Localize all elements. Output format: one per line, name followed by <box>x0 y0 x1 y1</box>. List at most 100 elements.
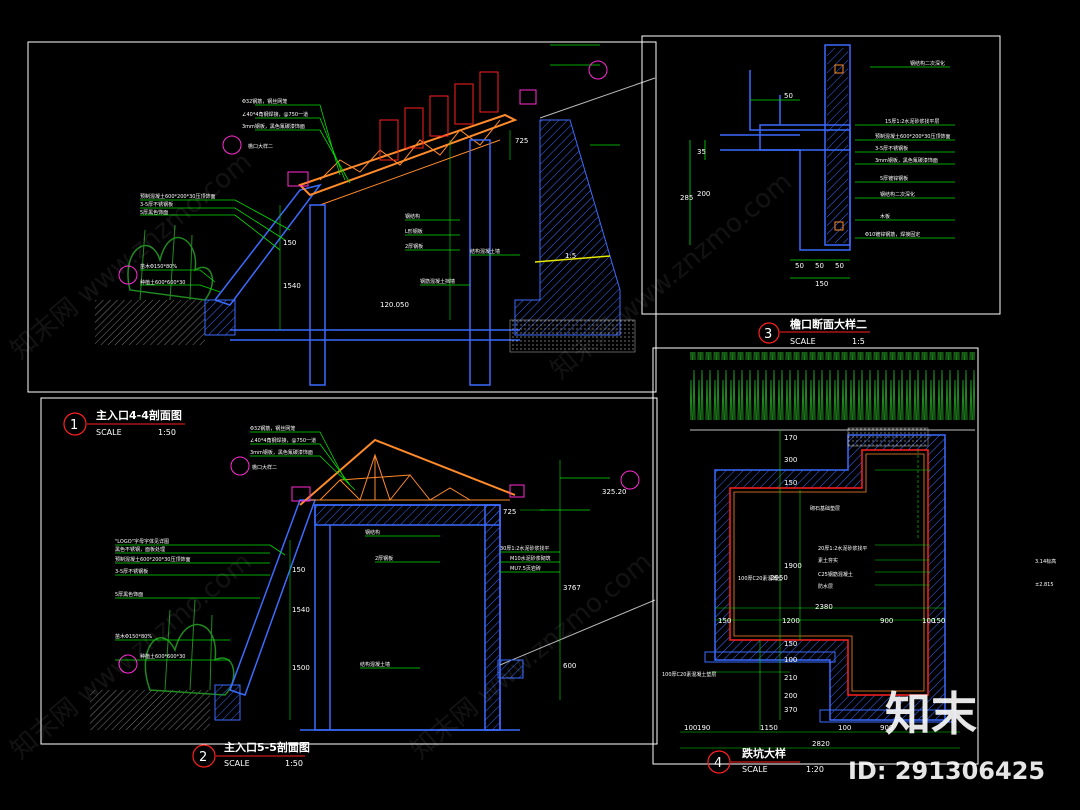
panel2-note: ∠40*4角钢焊接，@750一道 <box>250 437 316 444</box>
panel-drop-pit-detail: 170 300 150 1900 2950 150 1200 2380 900 … <box>652 347 1056 774</box>
panel4-dim: 370 <box>784 706 797 714</box>
panel4-dim: 210 <box>784 674 797 682</box>
panel1-roof-underside <box>319 139 501 206</box>
panel2-dim: 325.20 <box>602 488 627 496</box>
panel3-note: 3mm钢板，黑色氟碳漆饰面 <box>875 157 938 164</box>
panel4-note: 20厚1:2水泥砂浆找平 <box>818 545 867 552</box>
panel-section-4-4: 725 150 1540 120.050 1:5 Φ32钢筋，钢丝网笼 ∠40*… <box>27 41 657 393</box>
panel4-note: 砌石基础垫层 <box>810 505 840 512</box>
panel1-note: 檐口大样二 <box>248 143 273 150</box>
panel3-scale-label: SCALE <box>790 337 816 346</box>
panel4-note: C25钢筋混凝土 <box>818 571 853 578</box>
panel1-terrain-line <box>539 77 656 119</box>
panel1-scale-value: 1:50 <box>158 428 176 437</box>
panel4-scale-label: SCALE <box>742 765 768 774</box>
panel4-side-note: ±2.815 <box>1035 582 1054 588</box>
panel2-note: 结构混凝土墙 <box>360 661 390 668</box>
panel1-dim: 1:5 <box>565 252 576 260</box>
panel3-note: 5厚镀锌钢板 <box>880 175 908 182</box>
panel4-dim: 200 <box>784 692 797 700</box>
panel3-dim: 285 <box>680 194 693 202</box>
panel2-note: 30厚1:2水泥砂浆找平 <box>500 545 549 552</box>
watermark-brand-logo: 知末 <box>885 687 977 741</box>
panel-eave-detail-2: 50 35 200 285 50 50 50 150 钢结构二次深化 15厚1:… <box>641 35 1001 346</box>
watermark-id: ID: 291306425 <box>848 757 1045 785</box>
watermark-text: 知末网 www.znzmo.com <box>5 547 257 766</box>
panel1-scale-label: SCALE <box>96 428 122 437</box>
panel3-note: 钢结构二次深化 <box>910 60 945 67</box>
panel3-title-block: 3 檐口断面大样二 SCALE 1:5 <box>758 317 870 346</box>
panel1-dim: 120.050 <box>380 301 409 309</box>
panel1-slope-wall <box>213 183 322 306</box>
panel3-dim: 50 <box>815 262 824 270</box>
panel2-roof-truss <box>310 453 510 502</box>
panel-section-5-5: 1 主入口4-4剖面图 SCALE 1:50 325.20 725 150 15… <box>40 397 658 768</box>
panel4-dim: 1150 <box>760 724 778 732</box>
panel3-note: 15厚1:2水泥砂浆找平层 <box>885 118 939 125</box>
panel1-retaining-wall <box>514 119 621 336</box>
panel4-top-grate <box>847 427 929 447</box>
panel1-note: ∠40*4角钢焊接，@750一道 <box>242 111 308 118</box>
panel4-dim: 2820 <box>812 740 830 748</box>
panel4-scale-value: 1:20 <box>806 765 824 774</box>
panel1-note: 种植土600*600*30 <box>140 279 185 286</box>
panel4-dim: 300 <box>784 456 797 464</box>
panel1-note: 2厚钢板 <box>405 243 423 250</box>
panel1-note: 钢筋混凝土挡墙 <box>420 278 455 285</box>
panel1-detail-markers <box>118 60 608 285</box>
panel3-dim: 35 <box>697 148 706 156</box>
panel1-note: 3mm钢板，黑色氟碳漆饰面 <box>242 123 305 130</box>
panel3-note: 木板 <box>880 213 890 220</box>
panel3-title: 檐口断面大样二 <box>790 317 867 331</box>
panel1-dim: 1540 <box>283 282 301 290</box>
panel2-note: 檐口大样二 <box>252 464 277 471</box>
panel2-stair-base <box>214 684 241 721</box>
watermark-text: 知末网 www.znzmo.com <box>405 547 657 766</box>
panel3-annotations: 钢结构二次深化 15厚1:2水泥砂浆找平层 预制混凝土600*200*30压顶饰… <box>865 60 950 238</box>
panel4-dim: 1900 <box>784 562 802 570</box>
panel2-soil <box>90 690 210 730</box>
panel3-dim: 200 <box>697 190 710 198</box>
panel3-note: Φ10镀锌钢筋，焊接固定 <box>865 231 920 238</box>
panel4-title-block: 4 跌坑大样 SCALE 1:20 <box>707 746 824 774</box>
panel4-dim: 190 <box>697 724 710 732</box>
panel2-note: 预制混凝土600*200*30压顶饰面 <box>115 556 190 563</box>
panel1-note: 结构混凝土墙 <box>470 248 500 255</box>
panel3-number: 3 <box>764 327 772 342</box>
panel2-note: M10水泥砂浆砌筑 <box>510 555 551 562</box>
cad-drawing-sheet: 725 150 1540 120.050 1:5 Φ32钢筋，钢丝网笼 ∠40*… <box>5 35 1056 785</box>
panel4-dim: 900 <box>880 617 893 625</box>
panel2-dim: 1500 <box>292 664 310 672</box>
panel1-dim: 150 <box>283 239 296 247</box>
panel2-dim: 600 <box>563 662 576 670</box>
panel1-title-block: 1 主入口4-4剖面图 SCALE 1:50 <box>63 408 185 437</box>
panel2-note: Φ32钢筋，钢丝网笼 <box>250 425 295 432</box>
panel4-plants <box>690 352 975 430</box>
panel4-dim: 150 <box>718 617 731 625</box>
panel2-dim: 1540 <box>292 606 310 614</box>
panel3-dim: 50 <box>835 262 844 270</box>
panel1-note: 钢结构 <box>405 213 420 220</box>
panel4-dim: 100 <box>684 724 697 732</box>
panel4-dim: 100 <box>838 724 851 732</box>
panel2-number: 2 <box>199 750 207 765</box>
panel4-dim: 150 <box>784 640 797 648</box>
panel4-note: 100厚C20素混凝土垫层 <box>662 671 716 678</box>
panel2-note: 3mm钢板，黑色氟碳漆饰面 <box>250 449 313 456</box>
panel4-dim: 170 <box>784 434 797 442</box>
panel2-dim: 725 <box>503 508 516 516</box>
panel2-note: 钢结构 <box>365 529 380 536</box>
panel2-note: "LOGO"字母字体见详图 <box>115 538 169 545</box>
panel2-dim: 150 <box>292 566 305 574</box>
panel2-scale-value: 1:50 <box>285 759 303 768</box>
panel2-note: 3-5厚不锈钢板 <box>115 568 148 575</box>
panel2-roof-outline <box>299 438 516 506</box>
panel3-dim: 50 <box>784 92 793 100</box>
panel4-note: 素土夯实 <box>818 557 838 564</box>
panel4-note: 防水层 <box>818 583 833 590</box>
panel4-dim: 150 <box>784 479 797 487</box>
panel4-number: 4 <box>714 756 722 771</box>
panel4-dim: 1200 <box>782 617 800 625</box>
panel2-note: 5厚黑色饰面 <box>115 591 143 598</box>
panel3-note: 预制混凝土600*200*30压顶饰面 <box>875 133 950 140</box>
